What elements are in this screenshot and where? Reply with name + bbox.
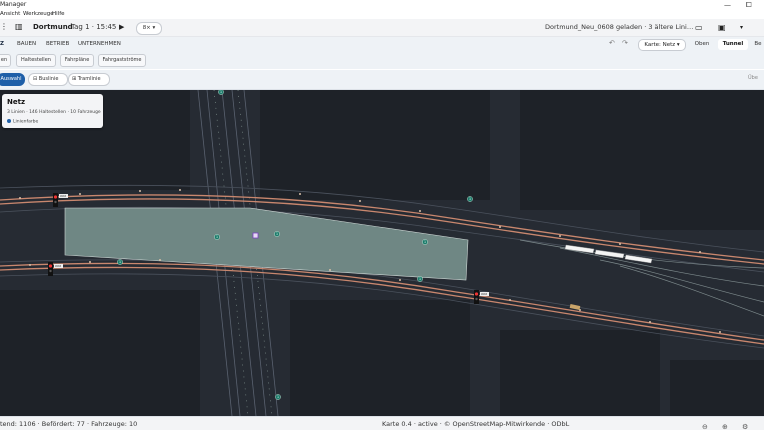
map-canvas[interactable]: 1 1 1 1 1 1 1 1 XXX XXX XXX xyxy=(0,90,764,416)
map-block xyxy=(260,90,490,200)
stop-label: 1 xyxy=(220,90,222,94)
maximize-icon[interactable]: ⧠ xyxy=(746,0,752,10)
subtool-haltestellen[interactable]: Haltestellen xyxy=(16,54,56,67)
stop-label: 1 xyxy=(216,235,218,239)
sim-time: Tag 1 · 15:45 xyxy=(71,23,117,31)
tab-bauen[interactable]: BAUEN xyxy=(17,37,36,52)
save-icon[interactable]: ▣ xyxy=(718,23,726,32)
panel-legend-label: Linienfarbe xyxy=(13,119,39,125)
map-block xyxy=(500,330,660,416)
load-status: Dortmund_Neu_0608 geladen · 3 ältere Lin… xyxy=(545,23,694,31)
map-block xyxy=(520,90,640,210)
window-title: Manager xyxy=(0,1,27,8)
filter-auswahl[interactable]: Auswahl xyxy=(0,73,25,86)
map-block xyxy=(670,360,764,416)
subtool-fahrgaststroeme[interactable]: Fahrgastströme xyxy=(98,54,146,67)
menu-item-hilfe[interactable]: Hilfe xyxy=(52,10,65,19)
bus-vehicle[interactable] xyxy=(569,304,581,310)
sidebar-toggle-icon[interactable]: ▥ xyxy=(15,22,23,31)
map-block xyxy=(0,290,200,416)
more-vertical-icon[interactable]: ⋮ xyxy=(0,22,8,31)
panel-legend: Linienfarbe xyxy=(7,119,38,125)
minimize-icon[interactable]: — xyxy=(724,0,731,10)
view-tunnel-button[interactable]: Tunnel xyxy=(718,39,748,50)
view-oben-button[interactable]: Oben xyxy=(690,39,714,50)
stop-label: 1 xyxy=(424,240,426,244)
settings-icon[interactable]: ⚙ xyxy=(742,420,748,430)
menu-item-werkzeuge[interactable]: Werkzeuge xyxy=(23,10,54,19)
map-layer-select[interactable]: Karte: Netz ▾ xyxy=(638,39,686,51)
tram-vehicle[interactable] xyxy=(564,244,653,264)
network-info-panel: Netz 3 Linien · 146 Haltestellen · 10 Fa… xyxy=(2,94,103,128)
zoom-in-icon[interactable]: ⊕ xyxy=(722,420,728,430)
undo-icon[interactable]: ↶ xyxy=(609,39,615,47)
filter-buslinie[interactable]: ⊟ Buslinie xyxy=(28,73,68,86)
redo-icon[interactable]: ↷ xyxy=(622,39,628,47)
main-toolbar: Z BAUEN BETRIEB UNTERNEHMEN ↶ ↷ Karte: N… xyxy=(0,37,764,52)
filter-tramlinie-label: Tramlinie xyxy=(77,76,101,82)
filter-bar: Auswahl ⊟ Buslinie ⊞ Tramlinie Übe xyxy=(0,70,764,90)
legend-dot-icon xyxy=(7,119,11,123)
stop-label: 1 xyxy=(277,395,279,399)
bus-icon: ⊟ xyxy=(33,76,38,82)
app-header: ⋮ ▥ Dortmund Tag 1 · 15:45 ▶ 8× ▾ Dortmu… xyxy=(0,19,764,37)
view-be-button[interactable]: Be xyxy=(752,39,764,50)
tab-netz[interactable]: Z xyxy=(0,37,4,52)
speed-select[interactable]: 8× ▾ xyxy=(136,22,162,35)
stop-label: 1 xyxy=(119,260,121,264)
overview-label[interactable]: Übe xyxy=(748,75,758,81)
app-window: Manager — ⧠ Ansicht Werkzeuge Hilfe ⋮ ▥ … xyxy=(0,0,764,430)
map-block xyxy=(640,90,764,230)
map-block xyxy=(290,300,470,416)
zoom-out-icon[interactable]: ⊖ xyxy=(702,420,708,430)
status-map-attribution: Karte 0.4 · active · © OpenStreetMap-Mit… xyxy=(382,420,570,428)
tram-icon: ⊞ xyxy=(72,76,77,82)
selected-node[interactable] xyxy=(252,232,259,239)
folder-icon[interactable]: ▭ xyxy=(695,23,703,32)
stop-label: 1 xyxy=(276,232,278,236)
subtool-linien[interactable]: en xyxy=(0,54,11,67)
play-icon[interactable]: ▶ xyxy=(119,23,124,31)
window-titlebar: Manager — ⧠ xyxy=(0,0,764,10)
city-name: Dortmund xyxy=(33,23,73,31)
tab-unternehmen[interactable]: UNTERNEHMEN xyxy=(78,37,121,52)
filter-buslinie-label: Buslinie xyxy=(38,76,59,82)
sub-toolbar: en Haltestellen Fahrpläne Fahrgastströme xyxy=(0,52,764,69)
signal-label: XXX xyxy=(60,194,66,198)
panel-title: Netz xyxy=(7,98,26,106)
panel-summary: 3 Linien · 146 Haltestellen · 10 Fahrzeu… xyxy=(7,110,101,115)
menu-bar: Ansicht Werkzeuge Hilfe xyxy=(0,10,764,19)
filter-tramlinie[interactable]: ⊞ Tramlinie xyxy=(68,73,110,86)
status-stats: tend: 1106 · Befördert: 77 · Fahrzeuge: … xyxy=(0,420,138,428)
status-bar: tend: 1106 · Befördert: 77 · Fahrzeuge: … xyxy=(0,416,764,430)
map-svg: 1 1 1 1 1 1 1 1 XXX XXX XXX xyxy=(0,90,764,416)
subtool-fahrplaene[interactable]: Fahrpläne xyxy=(60,54,94,67)
signal-label: XXX xyxy=(481,292,487,296)
stop-label: 1 xyxy=(469,197,471,201)
stop-label: 1 xyxy=(419,277,421,281)
signal-label: XXX xyxy=(55,264,61,268)
branch-tracks xyxy=(519,239,764,317)
chevron-down-icon[interactable]: ▾ xyxy=(740,24,743,31)
menu-item-ansicht[interactable]: Ansicht xyxy=(0,10,20,19)
tab-betrieb[interactable]: BETRIEB xyxy=(46,37,69,52)
